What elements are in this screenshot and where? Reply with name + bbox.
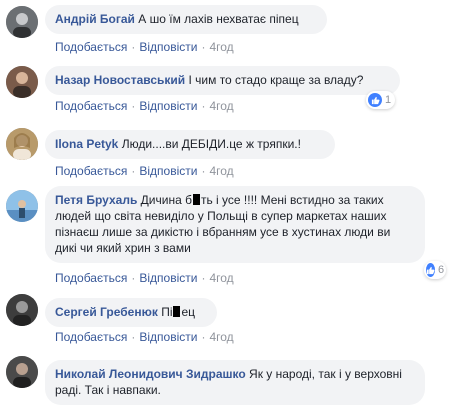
like-link[interactable]: Подобається (55, 164, 127, 178)
comment-bubble: Ilona Petyk Люди....ви ДЕБІДИ.це ж тряпк… (45, 130, 335, 159)
avatar[interactable] (6, 128, 38, 160)
comment-text: Пі ец (161, 305, 196, 319)
comment-bubble: Назар Новоставський І чим то стадо краще… (45, 66, 400, 95)
comment-bubble: Петя Брухаль Дичина б ть і усе !!!! Мені … (45, 186, 425, 263)
avatar[interactable] (6, 356, 38, 388)
like-link[interactable]: Подобається (55, 99, 127, 113)
reaction-number: 6 (438, 264, 445, 276)
comment-timestamp[interactable]: 4год (209, 164, 233, 178)
comment-timestamp[interactable]: 4год (209, 40, 233, 54)
comment-timestamp[interactable]: 4год (209, 330, 233, 344)
comment-actions: Подобається · Відповісти · 4год (55, 330, 234, 344)
avatar[interactable] (6, 6, 38, 38)
comment-author[interactable]: Назар Новоставський (55, 73, 185, 87)
reply-link[interactable]: Відповісти (139, 99, 197, 113)
redaction-mark (192, 194, 200, 205)
comment-author[interactable]: Ilona Petyk (55, 137, 118, 151)
comment-actions: Подобається · Відповісти · 4год (55, 164, 234, 178)
comment-bubble: Николай Леонидович Зидрашко Як у народі,… (45, 360, 425, 405)
comment-author[interactable]: Сергей Гребенюк (55, 305, 158, 319)
like-reaction-icon (426, 263, 435, 277)
comment-text: І чим то стадо краще за владу? (188, 73, 364, 87)
reply-link[interactable]: Відповісти (139, 330, 197, 344)
comment-actions: Подобається · Відповісти · 4год (55, 40, 234, 54)
comment-bubble: Андрій Богай А шо їм лахів нехватає піпе… (45, 5, 327, 34)
avatar[interactable] (6, 294, 38, 326)
like-link[interactable]: Подобається (55, 330, 127, 344)
like-link[interactable]: Подобається (55, 40, 127, 54)
like-reaction-icon (368, 93, 382, 107)
comment-timestamp[interactable]: 4год (209, 99, 233, 113)
reaction-count[interactable]: 1 (366, 91, 396, 109)
comment-author[interactable]: Петя Брухаль (55, 193, 137, 207)
reply-link[interactable]: Відповісти (139, 40, 197, 54)
avatar[interactable] (6, 190, 38, 222)
reaction-number: 1 (385, 94, 392, 106)
comment-author[interactable]: Николай Леонидович Зидрашко (55, 367, 246, 381)
reply-link[interactable]: Відповісти (139, 164, 197, 178)
reaction-count[interactable]: 6 (424, 261, 446, 279)
avatar[interactable] (6, 66, 38, 98)
comment-text: А шо їм лахів нехватає піпец (138, 12, 299, 26)
comment-author[interactable]: Андрій Богай (55, 12, 135, 26)
reply-link[interactable]: Відповісти (139, 271, 197, 285)
comment-bubble: Сергей Гребенюк Пі ец (45, 298, 217, 327)
comment-actions: Подобається · Відповісти · 4год (55, 271, 234, 285)
comment-text: Люди....ви ДЕБІДИ.це ж тряпки.! (121, 137, 301, 151)
like-link[interactable]: Подобається (55, 271, 127, 285)
comment-actions: Подобається · Відповісти · 4год (55, 99, 234, 113)
comment-timestamp[interactable]: 4год (209, 271, 233, 285)
redaction-mark (173, 306, 181, 317)
